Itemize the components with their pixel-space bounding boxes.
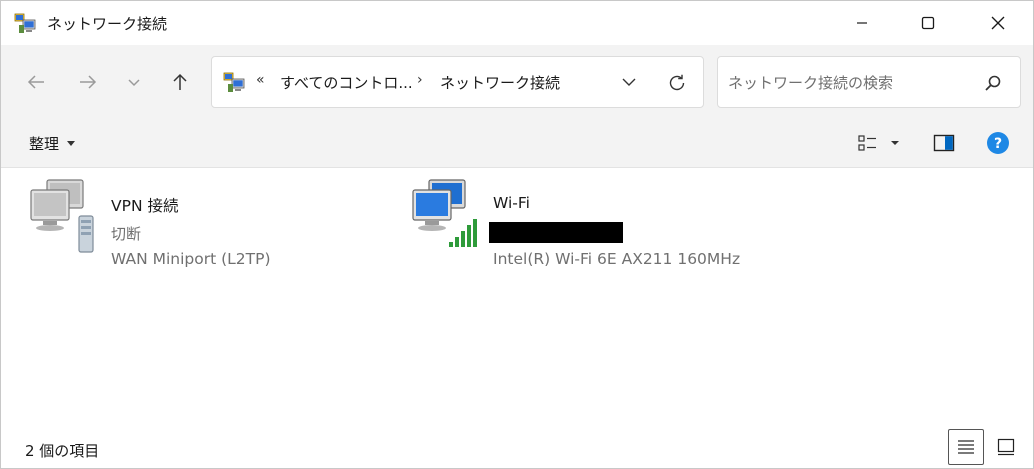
change-view-button[interactable] — [849, 127, 909, 159]
details-view-button[interactable] — [948, 429, 984, 465]
connection-item-wifi[interactable]: Wi-Fi Intel(R) Wi-Fi 6E AX211 160MHz — [411, 178, 771, 268]
connection-status: 切断 — [111, 225, 142, 243]
close-button[interactable] — [975, 1, 1021, 45]
vpn-connection-icon — [30, 179, 94, 253]
caret-down-icon — [67, 140, 76, 146]
search-input[interactable] — [726, 69, 980, 97]
network-connections-icon — [14, 13, 36, 33]
wifi-connection-icon — [412, 179, 477, 247]
recent-locations-button[interactable] — [117, 65, 151, 99]
minimize-icon — [857, 22, 867, 24]
minimize-button[interactable] — [839, 1, 885, 45]
help-icon: ? — [987, 132, 1009, 154]
preview-pane-button[interactable] — [927, 127, 961, 159]
maximize-icon — [921, 16, 935, 30]
network-connections-icon — [223, 72, 245, 92]
breadcrumb-overflow[interactable]: « — [256, 72, 265, 88]
search-icon — [985, 75, 1001, 91]
details-view-icon — [958, 440, 974, 454]
view-options-icon — [858, 135, 876, 151]
maximize-button[interactable] — [905, 1, 951, 45]
command-bar: 整理 ? — [1, 119, 1033, 168]
connection-item-vpn[interactable]: VPN 接続 切断 WAN Miniport (L2TP) — [29, 178, 359, 268]
title-bar[interactable]: ネットワーク接続 — [1, 1, 1033, 45]
help-button[interactable]: ? — [981, 127, 1015, 159]
connection-device: WAN Miniport (L2TP) — [111, 250, 271, 268]
back-button[interactable] — [19, 65, 53, 99]
connection-device: Intel(R) Wi-Fi 6E AX211 160MHz — [493, 250, 741, 268]
navigation-bar: « すべてのコントロ... › ネットワーク接続 — [1, 45, 1033, 119]
up-button[interactable] — [163, 65, 197, 99]
preview-pane-icon — [933, 134, 955, 152]
address-dropdown-button[interactable] — [614, 69, 644, 95]
close-icon — [991, 16, 1005, 30]
redacted-network-name — [489, 222, 623, 243]
organize-label: 整理 — [29, 134, 60, 153]
search-box[interactable] — [717, 56, 1021, 108]
explorer-window: ネットワーク接続 « すべてのコントロ... › ネットワーク接続 ネットワーク… — [0, 0, 1034, 469]
large-icons-view-button[interactable] — [988, 429, 1024, 465]
chevron-down-icon — [128, 79, 140, 87]
breadcrumb-separator[interactable]: › — [417, 72, 423, 88]
refresh-button[interactable] — [662, 68, 692, 98]
arrow-left-icon — [27, 75, 44, 89]
caret-down-icon — [891, 141, 899, 145]
svg-text:?: ? — [994, 136, 1002, 152]
breadcrumb-network-connections[interactable]: ネットワーク接続 — [440, 72, 560, 93]
item-count: 2 個の項目 — [25, 442, 100, 460]
large-icons-view-icon — [997, 438, 1015, 456]
connection-name: VPN 接続 — [111, 197, 179, 215]
refresh-icon — [669, 74, 685, 91]
breadcrumb-control-panel[interactable]: すべてのコントロ... — [280, 72, 413, 93]
arrow-right-icon — [80, 75, 97, 89]
items-view: VPN 接続 切断 WAN Miniport (L2TP) Wi-Fi Inte… — [1, 168, 1033, 426]
arrow-up-icon — [173, 73, 187, 90]
status-bar: 2 個の項目 — [1, 426, 1033, 468]
window-title: ネットワーク接続 — [47, 15, 168, 33]
search-button[interactable] — [980, 70, 1006, 96]
address-bar[interactable]: « すべてのコントロ... › ネットワーク接続 — [211, 56, 704, 108]
chevron-down-icon — [622, 78, 636, 86]
connection-name: Wi-Fi — [493, 194, 530, 212]
organize-menu-button[interactable]: 整理 — [19, 127, 85, 159]
forward-button[interactable] — [71, 65, 105, 99]
